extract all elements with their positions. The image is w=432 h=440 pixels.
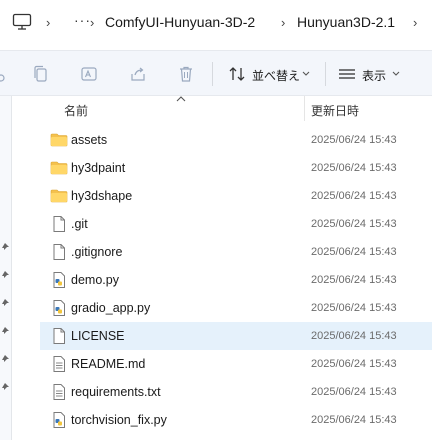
folder-icon (50, 161, 68, 175)
breadcrumb-item-comfyui-hunyuan[interactable]: ComfyUI-Hunyuan-3D-2 (105, 14, 255, 30)
chevron-right-icon[interactable]: › (413, 15, 417, 30)
cut-icon[interactable] (0, 65, 10, 83)
folder-icon (50, 133, 68, 147)
file-row-gradio-app-py[interactable]: gradio_app.py 2025/06/24 15:43 (40, 294, 432, 322)
file-name: .gitignore (71, 245, 123, 259)
more-locations-button[interactable]: ··· (74, 12, 91, 28)
file-row-readme[interactable]: README.md 2025/06/24 15:43 (40, 350, 432, 378)
file-date: 2025/06/24 15:43 (311, 162, 397, 174)
address-bar[interactable]: › ··· › ComfyUI-Hunyuan-3D-2 › Hunyuan3D… (0, 0, 432, 44)
navigation-pane[interactable] (0, 96, 12, 440)
file-row-hy3dshape[interactable]: hy3dshape 2025/06/24 15:43 (40, 182, 432, 210)
copy-icon[interactable] (32, 65, 50, 83)
folder-icon (50, 189, 68, 203)
file-name: hy3dshape (71, 189, 133, 203)
file-row-license[interactable]: LICENSE 2025/06/24 15:43 (40, 322, 432, 350)
file-row-git[interactable]: .git 2025/06/24 15:43 (40, 210, 432, 238)
file-row-torchvision-fix[interactable]: torchvision_fix.py 2025/06/24 15:43 (40, 406, 432, 434)
file-name: README.md (71, 357, 146, 371)
python-file-icon (53, 300, 65, 316)
file-date: 2025/06/24 15:43 (311, 134, 397, 146)
file-row-demo-py[interactable]: demo.py 2025/06/24 15:43 (40, 266, 432, 294)
delete-icon[interactable] (177, 65, 195, 83)
pin-icon[interactable] (1, 298, 10, 307)
blank-file-icon (53, 244, 65, 260)
file-date: 2025/06/24 15:43 (311, 414, 397, 426)
file-name: torchvision_fix.py (71, 413, 167, 427)
pin-icon[interactable] (1, 242, 10, 251)
sort-ascending-icon (176, 96, 186, 102)
chevron-down-icon (302, 71, 310, 76)
sort-arrows-icon (229, 67, 245, 81)
chevron-right-icon[interactable]: › (46, 15, 50, 30)
blank-file-icon (53, 328, 65, 344)
breadcrumb-item-hunyuan3d[interactable]: Hunyuan3D-2.1 (297, 14, 395, 30)
file-name: .git (71, 217, 88, 231)
view-label: 表示 (362, 69, 387, 83)
view-button[interactable]: 表示 (334, 51, 406, 97)
text-file-icon (53, 384, 65, 400)
pin-icon[interactable] (1, 354, 10, 363)
share-icon[interactable] (129, 65, 147, 83)
file-date: 2025/06/24 15:43 (311, 246, 397, 258)
toolbar-divider (212, 62, 213, 86)
sort-button[interactable]: 並べ替え (222, 51, 314, 97)
this-pc-icon[interactable] (12, 13, 32, 31)
file-date: 2025/06/24 15:43 (311, 274, 397, 286)
column-date-header[interactable]: 更新日時 (311, 102, 359, 119)
file-date: 2025/06/24 15:43 (311, 386, 397, 398)
column-header: 名前 更新日時 (40, 96, 432, 121)
view-list-icon (339, 69, 355, 79)
rename-icon[interactable] (80, 65, 98, 83)
file-name: assets (71, 133, 108, 147)
python-file-icon (53, 412, 65, 428)
file-date: 2025/06/24 15:43 (311, 218, 397, 230)
pin-icon[interactable] (1, 270, 10, 279)
sort-label: 並べ替え (252, 69, 301, 83)
file-date: 2025/06/24 15:43 (311, 358, 397, 370)
file-name: demo.py (71, 273, 119, 287)
file-row-hy3dpaint[interactable]: hy3dpaint 2025/06/24 15:43 (40, 154, 432, 182)
chevron-right-icon[interactable]: › (281, 15, 285, 30)
text-file-icon (53, 356, 65, 372)
file-name: requirements.txt (71, 385, 161, 399)
python-file-icon (53, 272, 65, 288)
chevron-right-icon[interactable]: › (90, 15, 94, 30)
column-name-header[interactable]: 名前 (64, 102, 88, 119)
file-name: gradio_app.py (71, 301, 151, 315)
pin-icon[interactable] (1, 326, 10, 335)
file-date: 2025/06/24 15:43 (311, 190, 397, 202)
pin-icon[interactable] (1, 382, 10, 391)
file-row-gitignore[interactable]: .gitignore 2025/06/24 15:43 (40, 238, 432, 266)
command-bar: 並べ替え 表示 (0, 50, 432, 96)
file-date: 2025/06/24 15:43 (311, 330, 397, 342)
file-row-requirements[interactable]: requirements.txt 2025/06/24 15:43 (40, 378, 432, 406)
blank-file-icon (53, 216, 65, 232)
file-name: LICENSE (71, 329, 125, 343)
file-row-assets[interactable]: assets 2025/06/24 15:43 (40, 126, 432, 154)
column-divider[interactable] (304, 96, 305, 121)
toolbar-divider (325, 62, 326, 86)
chevron-down-icon (392, 71, 400, 76)
file-date: 2025/06/24 15:43 (311, 302, 397, 314)
file-name: hy3dpaint (71, 161, 126, 175)
